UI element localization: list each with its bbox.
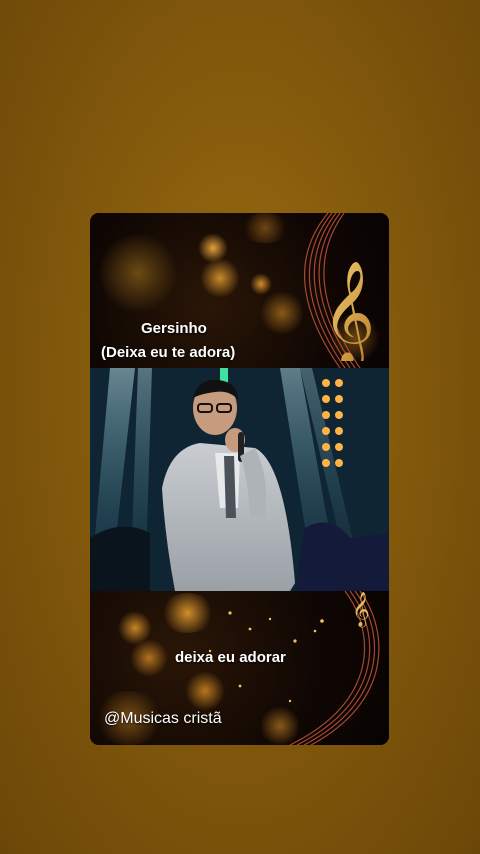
treble-clef-icon: 𝄞 [322,260,375,361]
story-card: 𝄞 Gersinho (Deixa eu te adora) 𝄞 deixa e… [90,213,389,745]
song-title: (Deixa eu te adora) [101,344,236,361]
lyrics-panel: 𝄞 deixa eu adorar @Musicas cristã [90,591,389,745]
stage-image [90,368,389,591]
svg-text:𝄞: 𝄞 [322,260,375,361]
header-panel: 𝄞 Gersinho (Deixa eu te adora) [90,213,389,368]
watermark-handle: @Musicas cristã [104,710,222,727]
lyric-line: deixa eu adorar [175,649,286,666]
singer-photo [90,368,389,591]
svg-text:𝄞: 𝄞 [352,592,370,628]
artist-name: Gersinho [141,320,207,337]
